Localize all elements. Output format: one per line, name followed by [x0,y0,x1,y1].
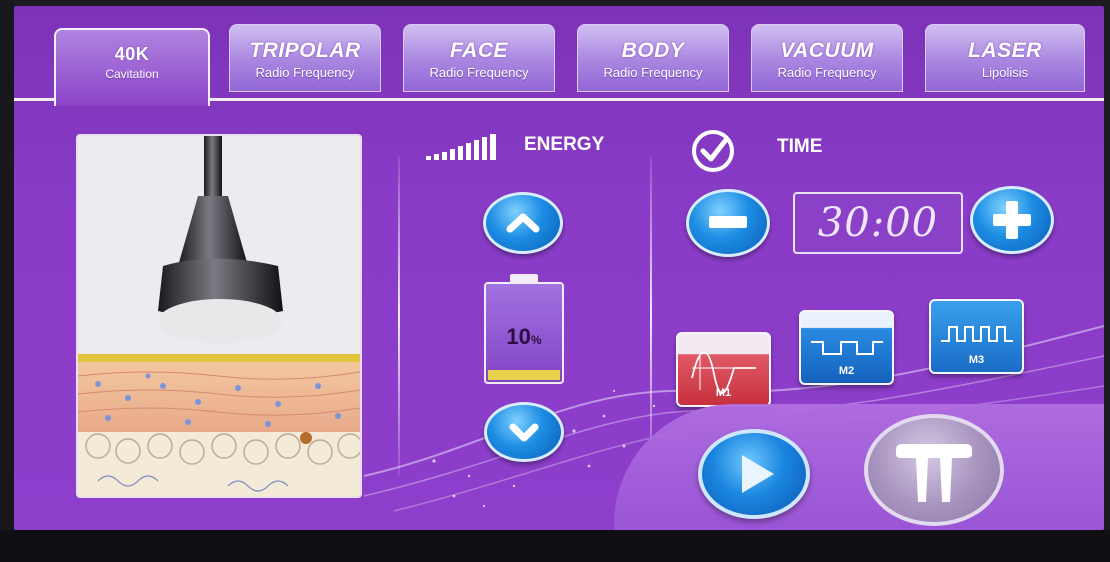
play-icon [742,455,774,493]
minus-icon [709,216,747,228]
mode-m1-button[interactable]: M1 [676,332,771,407]
bottom-control-panel [614,404,1104,530]
energy-up-button[interactable] [483,192,563,254]
battery-cap [510,274,538,282]
energy-value: 10% [486,324,562,350]
screen-bezel-left [0,0,14,562]
start-button[interactable] [698,429,810,519]
energy-unit: % [530,333,542,347]
time-minus-button[interactable] [686,189,770,257]
mode-m3-button[interactable]: M3 [929,299,1024,374]
pause-button[interactable] [864,414,1004,526]
chevron-down-icon [509,423,539,442]
plus-icon [993,201,1031,239]
mode-label: M3 [968,354,985,366]
mode-m2-button[interactable]: M2 [799,310,894,385]
mode-label: M2 [838,365,855,377]
energy-label: ENERGY [524,134,605,155]
cavitation-illustration [76,134,362,498]
energy-down-button[interactable] [484,402,564,462]
mode-label: M1 [715,387,732,399]
energy-level-battery: 10% [484,282,564,384]
device-screen: 40K Cavitation TRIPOLAR Radio Frequency … [14,6,1104,530]
time-display: 30:00 [793,192,963,254]
divider-line [650,156,652,476]
chevron-up-icon [506,213,540,233]
pause-icon [896,444,972,502]
cavitation-probe-skin-image [78,136,360,496]
energy-value-number: 10 [506,324,531,349]
check-circle-icon [692,130,734,172]
screen-bezel-bottom [0,530,1110,562]
divider-line [398,156,400,476]
signal-bars-icon [426,134,496,160]
time-label: TIME [777,136,823,157]
battery-fill [488,370,560,380]
time-plus-button[interactable] [970,186,1054,254]
